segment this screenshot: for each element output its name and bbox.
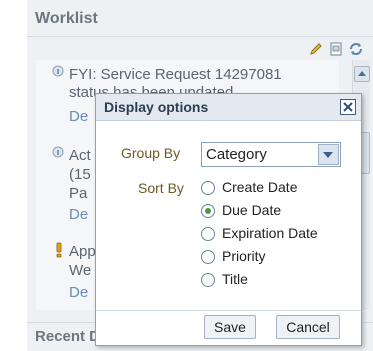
radio-button[interactable] <box>201 227 215 241</box>
list-item-text: Pa <box>69 185 88 202</box>
display-options-dialog: Display options Group By Category Sort B… <box>95 93 362 346</box>
section-title: Recent D <box>35 328 101 345</box>
radio-label: Title <box>222 271 248 287</box>
group-by-value: Category <box>206 146 267 163</box>
page-icon[interactable] <box>328 41 344 57</box>
scroll-up-button[interactable] <box>354 66 370 82</box>
list-item-text: Act <box>69 147 91 164</box>
radio-button[interactable] <box>201 250 215 264</box>
list-item-text: (15 <box>69 166 91 183</box>
panel-title: Worklist <box>35 10 98 27</box>
list-item-text: FYI: Service Request 14297081 <box>69 66 282 83</box>
pencil-icon[interactable] <box>308 41 324 57</box>
radio-button[interactable] <box>201 204 215 218</box>
panel-divider <box>27 36 373 37</box>
details-link[interactable]: De <box>69 284 88 301</box>
details-link[interactable]: De <box>69 206 88 223</box>
refresh-icon[interactable] <box>348 41 364 57</box>
dialog-footer-divider <box>96 310 361 311</box>
save-button[interactable]: Save <box>204 315 256 339</box>
group-by-select[interactable]: Category <box>201 142 341 167</box>
info-icon <box>52 146 64 158</box>
radio-button[interactable] <box>201 273 215 287</box>
list-item-text: We <box>69 262 92 279</box>
info-icon <box>52 65 64 77</box>
exclamation-icon <box>56 242 62 258</box>
cancel-button[interactable]: Cancel <box>276 315 340 339</box>
chevron-down-icon[interactable] <box>318 144 339 165</box>
radio-label: Priority <box>222 248 266 264</box>
radio-label: Due Date <box>222 202 282 218</box>
dialog-header: Display options <box>96 94 361 121</box>
sort-by-label: Sort By <box>138 180 184 196</box>
radio-button[interactable] <box>201 181 215 195</box>
details-link[interactable]: De <box>69 108 88 125</box>
group-by-label: Group By <box>121 145 181 161</box>
close-icon[interactable] <box>340 99 356 115</box>
list-item-text: App <box>69 243 96 260</box>
radio-label: Expiration Date <box>222 225 318 241</box>
radio-label: Create Date <box>222 179 298 195</box>
dialog-title: Display options <box>104 99 209 115</box>
